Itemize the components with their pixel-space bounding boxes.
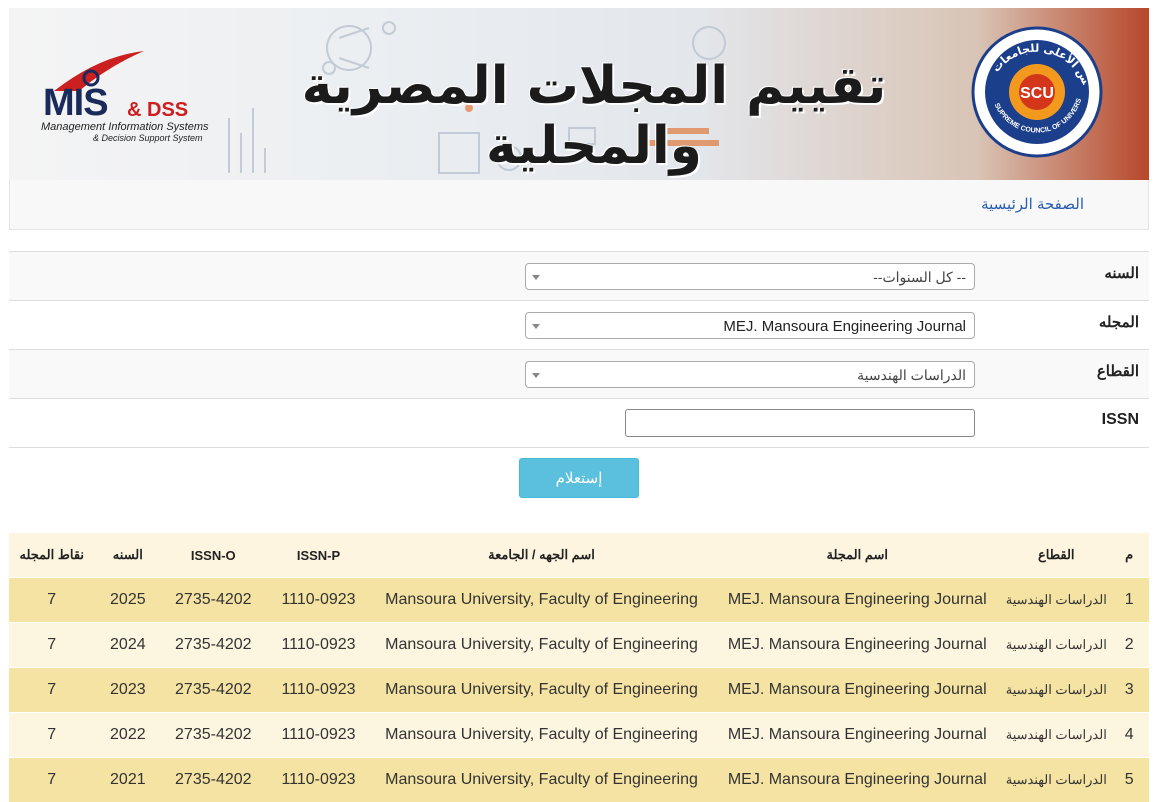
sector-select-value: الدراسات الهندسية: [857, 367, 966, 384]
cell-year: 2023: [94, 668, 161, 713]
cell-journal: MEJ. Mansoura Engineering Journal: [711, 713, 1003, 758]
cell-journal: MEJ. Mansoura Engineering Journal: [711, 758, 1003, 802]
cell-issn-o: 2735-4202: [161, 713, 265, 758]
home-link[interactable]: الصفحة الرئيسية: [981, 195, 1084, 213]
col-header-year: السنه: [94, 533, 161, 578]
chevron-down-icon: [532, 324, 540, 329]
cell-journal: MEJ. Mansoura Engineering Journal: [711, 578, 1003, 623]
col-header-points: نقاط المجله: [9, 533, 94, 578]
cell-issn-o: 2735-4202: [161, 758, 265, 802]
cell-num: 1: [1109, 578, 1149, 623]
cell-issn-p: 1110-0923: [265, 578, 371, 623]
cell-year: 2024: [94, 623, 161, 668]
col-header-sector: القطاع: [1003, 533, 1109, 578]
journal-filter-row: المجله MEJ. Mansoura Engineering Journal: [9, 300, 1149, 349]
col-header-institution: اسم الجهه / الجامعة: [372, 533, 712, 578]
cell-points: 7: [9, 758, 94, 802]
cell-points: 7: [9, 623, 94, 668]
mis-subtitle-line2: & Decision Support System: [93, 133, 203, 143]
col-header-journal: اسم المجلة: [711, 533, 1003, 578]
cell-institution: Mansoura University, Faculty of Engineer…: [372, 758, 712, 802]
issn-label: ISSN: [1102, 411, 1139, 429]
cell-sector: الدراسات الهندسية: [1003, 758, 1109, 802]
query-button[interactable]: إستعلام: [519, 458, 639, 498]
table-row: 1 الدراسات الهندسية MEJ. Mansoura Engine…: [9, 578, 1149, 623]
year-filter-row: السنه --كل السنوات --: [9, 251, 1149, 300]
header-banner: MIS & DSS Management Information Systems…: [9, 8, 1149, 180]
page-title: تقييم المجلات المصرية والمحلية: [249, 56, 939, 176]
scu-seal-center-text: SCU: [1020, 85, 1054, 102]
table-row: 4 الدراسات الهندسية MEJ. Mansoura Engine…: [9, 713, 1149, 758]
year-label: السنه: [1104, 264, 1139, 282]
col-header-issn-p: ISSN-P: [265, 533, 371, 578]
mis-subtitle-line1: Management Information Systems: [41, 121, 209, 133]
cell-issn-o: 2735-4202: [161, 578, 265, 623]
year-select[interactable]: --كل السنوات --: [525, 263, 975, 290]
table-row: 2 الدراسات الهندسية MEJ. Mansoura Engine…: [9, 623, 1149, 668]
cell-sector: الدراسات الهندسية: [1003, 578, 1109, 623]
cell-issn-p: 1110-0923: [265, 713, 371, 758]
cell-sector: الدراسات الهندسية: [1003, 623, 1109, 668]
sector-select[interactable]: الدراسات الهندسية: [525, 361, 975, 388]
chevron-down-icon: [532, 373, 540, 378]
cell-institution: Mansoura University, Faculty of Engineer…: [372, 713, 712, 758]
chevron-down-icon: [532, 275, 540, 280]
year-select-value: --كل السنوات --: [873, 269, 966, 286]
table-header-row: م القطاع اسم المجلة اسم الجهه / الجامعة …: [9, 533, 1149, 578]
cell-year: 2022: [94, 713, 161, 758]
dss-logo-text: & DSS: [127, 99, 188, 122]
sector-label: القطاع: [1097, 362, 1139, 380]
journal-select-value: MEJ. Mansoura Engineering Journal: [723, 318, 966, 335]
cell-issn-o: 2735-4202: [161, 668, 265, 713]
journal-label: المجله: [1099, 313, 1139, 331]
cell-points: 7: [9, 713, 94, 758]
col-header-num: م: [1109, 533, 1149, 578]
issn-input[interactable]: [625, 409, 975, 437]
cell-sector: الدراسات الهندسية: [1003, 668, 1109, 713]
journal-select[interactable]: MEJ. Mansoura Engineering Journal: [525, 312, 975, 339]
col-header-issn-o: ISSN-O: [161, 533, 265, 578]
cell-sector: الدراسات الهندسية: [1003, 713, 1109, 758]
cell-issn-p: 1110-0923: [265, 758, 371, 802]
cell-year: 2021: [94, 758, 161, 802]
cell-institution: Mansoura University, Faculty of Engineer…: [372, 668, 712, 713]
table-row: 3 الدراسات الهندسية MEJ. Mansoura Engine…: [9, 668, 1149, 713]
cell-year: 2025: [94, 578, 161, 623]
results-table: م القطاع اسم المجلة اسم الجهه / الجامعة …: [9, 533, 1149, 802]
breadcrumb-bar: الصفحة الرئيسية: [9, 180, 1149, 230]
scu-seal-logo: SCU SUPREME COUNCIL OF UNIVERSITIES المج…: [971, 26, 1103, 158]
mis-logo-text: MIS: [43, 82, 108, 125]
cell-points: 7: [9, 668, 94, 713]
cell-issn-p: 1110-0923: [265, 668, 371, 713]
cell-issn-o: 2735-4202: [161, 623, 265, 668]
issn-filter-row: ISSN: [9, 398, 1149, 448]
cell-journal: MEJ. Mansoura Engineering Journal: [711, 623, 1003, 668]
cell-institution: Mansoura University, Faculty of Engineer…: [372, 623, 712, 668]
sector-filter-row: القطاع الدراسات الهندسية: [9, 349, 1149, 398]
table-row: 5 الدراسات الهندسية MEJ. Mansoura Engine…: [9, 758, 1149, 802]
cell-points: 7: [9, 578, 94, 623]
cell-num: 4: [1109, 713, 1149, 758]
cell-num: 2: [1109, 623, 1149, 668]
cell-num: 5: [1109, 758, 1149, 802]
cell-issn-p: 1110-0923: [265, 623, 371, 668]
cell-num: 3: [1109, 668, 1149, 713]
cell-journal: MEJ. Mansoura Engineering Journal: [711, 668, 1003, 713]
cell-institution: Mansoura University, Faculty of Engineer…: [372, 578, 712, 623]
